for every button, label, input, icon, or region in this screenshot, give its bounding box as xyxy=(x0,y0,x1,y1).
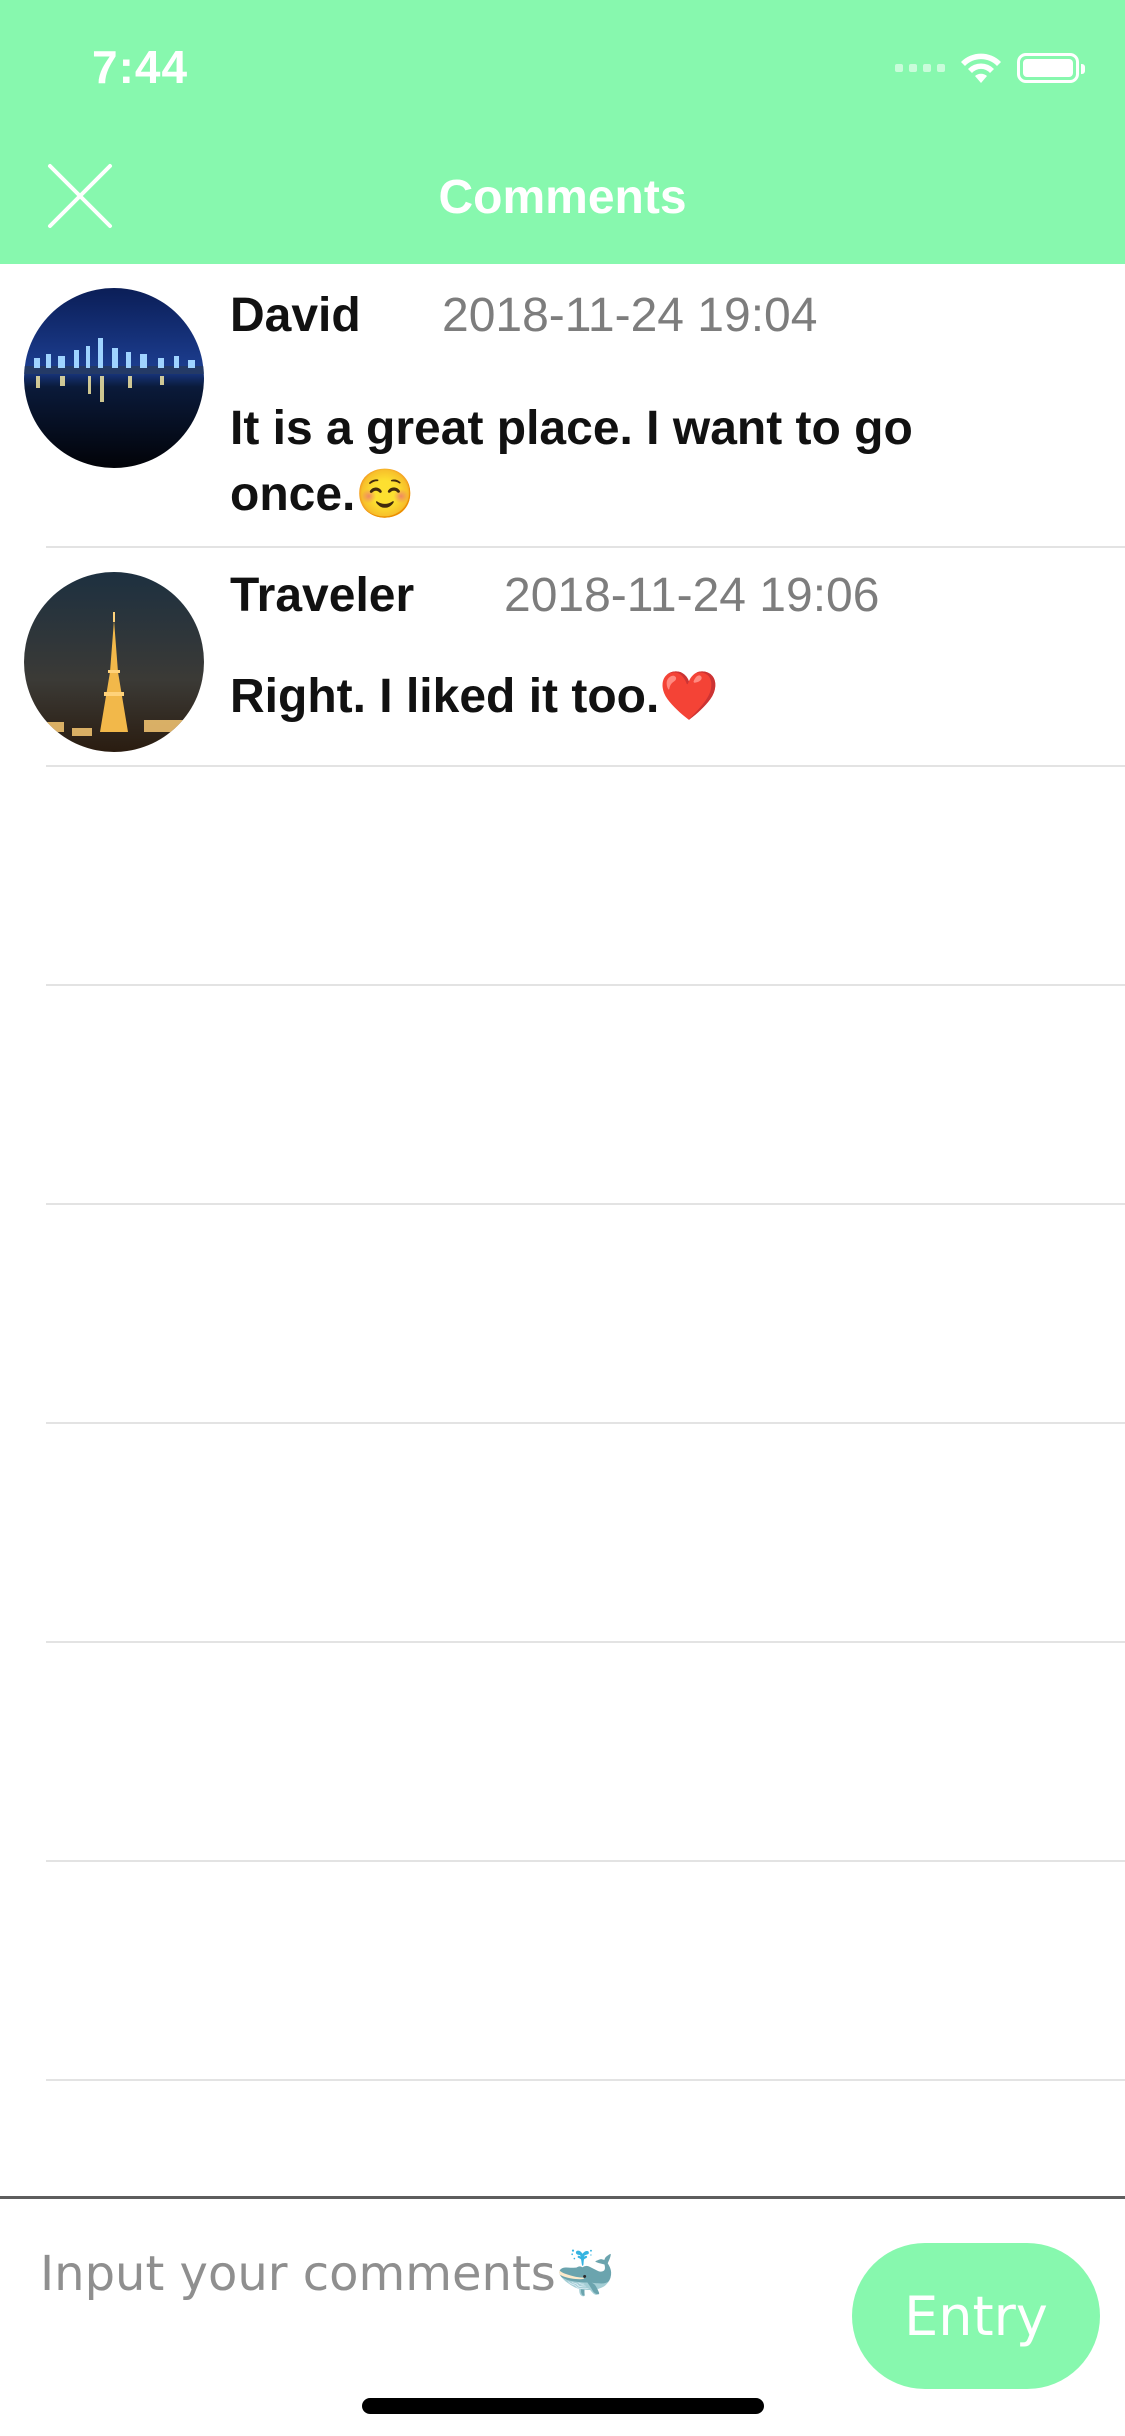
comment-item[interactable]: David 2018-11-24 19:04 It is a great pla… xyxy=(24,264,1125,548)
entry-button[interactable]: Entry xyxy=(852,2243,1100,2389)
battery-icon xyxy=(1017,53,1085,83)
comment-author: Traveler xyxy=(230,569,415,622)
comment-timestamp: 2018-11-24 19:06 xyxy=(504,569,880,622)
wifi-icon xyxy=(961,53,1001,83)
header: 7:44 Comments xyxy=(0,0,1125,264)
empty-row xyxy=(46,767,1125,986)
status-icons xyxy=(895,48,1085,88)
empty-row xyxy=(46,1424,1125,1643)
empty-row xyxy=(46,986,1125,1205)
city-skyline-image xyxy=(24,288,204,468)
eiffel-tower-image xyxy=(24,572,204,752)
avatar xyxy=(24,288,204,468)
avatar xyxy=(24,572,204,752)
comment-item[interactable]: Traveler 2018-11-24 19:06 Right. I liked… xyxy=(24,548,1125,767)
comment-timestamp: 2018-11-24 19:04 xyxy=(442,289,818,342)
comments-screen: 7:44 Comments David 2018-11-24 19:04 It … xyxy=(0,0,1125,2436)
comment-author: David xyxy=(230,289,361,342)
comment-list[interactable]: David 2018-11-24 19:04 It is a great pla… xyxy=(0,264,1125,2081)
page-title: Comments xyxy=(438,171,687,224)
empty-row xyxy=(46,1643,1125,1862)
comment-text: Right. I liked it too.❤️ xyxy=(230,670,720,723)
cellular-signal-icon xyxy=(895,64,945,72)
home-indicator xyxy=(362,2398,764,2414)
empty-row xyxy=(46,1862,1125,2081)
comment-input[interactable] xyxy=(38,2233,822,2315)
status-time: 7:44 xyxy=(92,41,189,93)
empty-row xyxy=(46,1205,1125,1424)
comment-text: It is a great place. I want to go once.☺… xyxy=(230,402,913,521)
